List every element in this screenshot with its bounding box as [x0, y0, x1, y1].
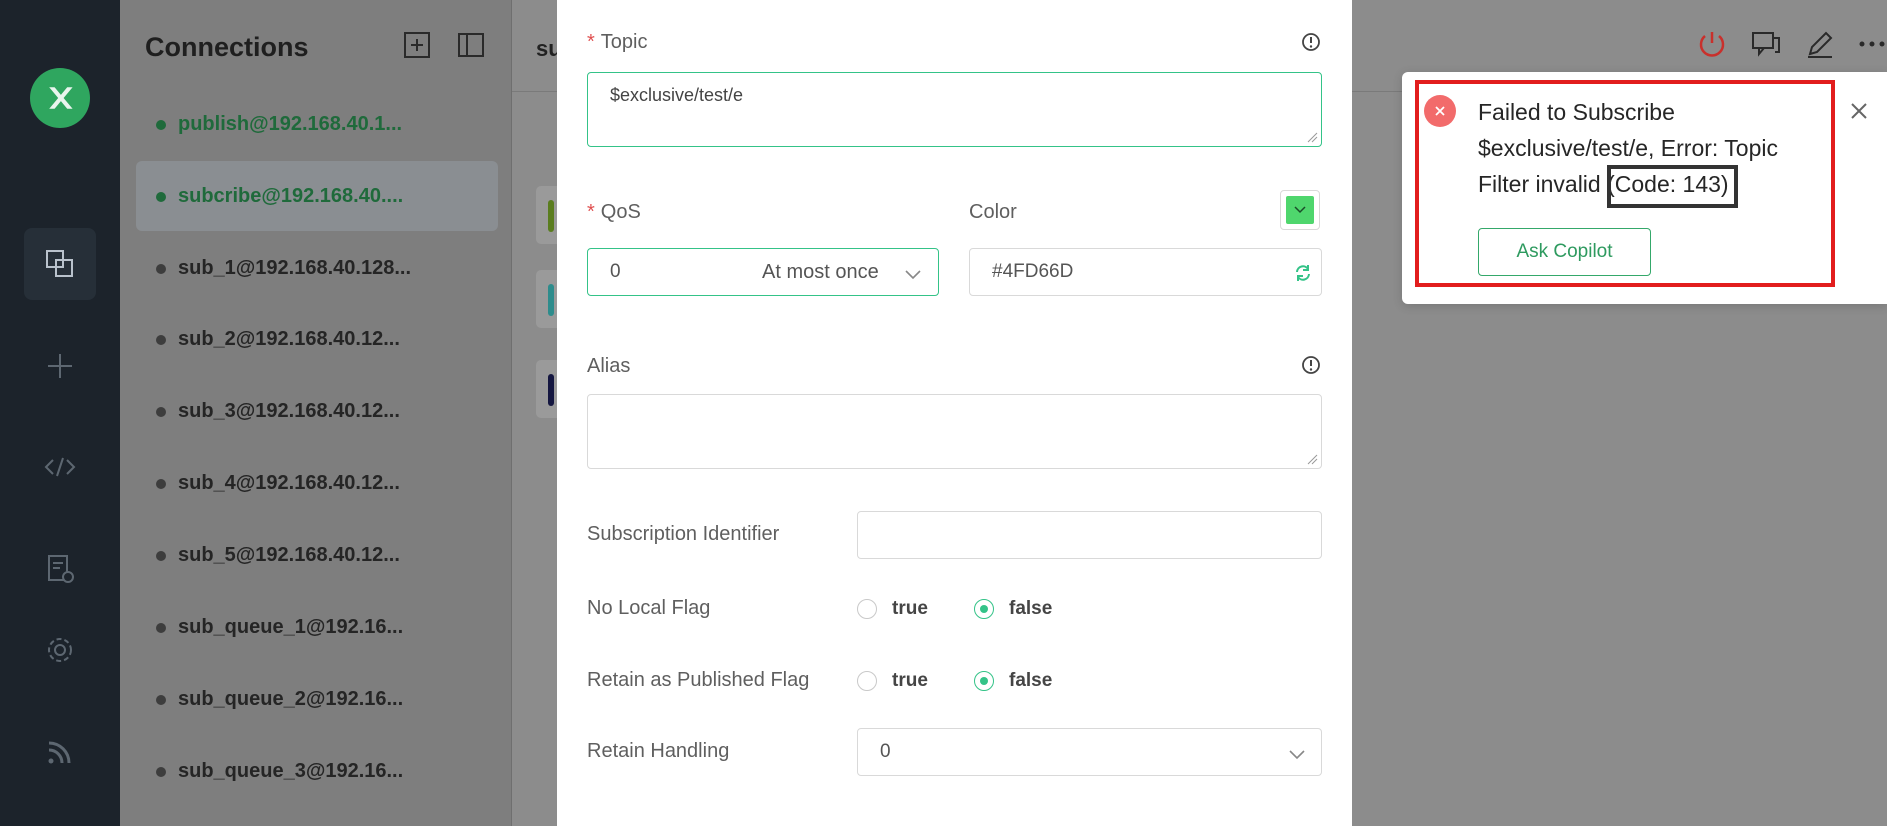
- chat-icon[interactable]: [1750, 28, 1782, 60]
- script-icon[interactable]: [24, 431, 96, 503]
- qos-description: At most once: [762, 260, 879, 283]
- retain-pub-true-radio[interactable]: [857, 671, 877, 691]
- color-label: Color: [969, 201, 1017, 223]
- subscription-identifier-input[interactable]: [857, 511, 1322, 559]
- mqttx-logo: [30, 68, 90, 128]
- connections-title: Connections: [145, 32, 309, 62]
- app-nav: [0, 0, 120, 826]
- code-highlight-box: [1607, 165, 1738, 208]
- connections-icon[interactable]: [24, 228, 96, 300]
- connection-item[interactable]: sub_5@192.168.40.12...: [136, 520, 498, 590]
- connections-panel: Connections publish@192.168.40.1... subc…: [120, 0, 512, 826]
- info-icon[interactable]: [1301, 355, 1321, 375]
- connection-item[interactable]: subcribe@192.168.40....: [136, 161, 498, 231]
- connection-label: sub_queue_3@192.16...: [178, 759, 404, 782]
- status-dot: [156, 551, 166, 561]
- status-dot: [156, 335, 166, 345]
- no-local-flag-label: No Local Flag: [587, 597, 711, 619]
- alias-input[interactable]: [587, 394, 1322, 469]
- color-swatch-picker[interactable]: [1280, 190, 1320, 230]
- connection-item[interactable]: sub_queue_2@192.16...: [136, 664, 498, 734]
- chevron-down-icon: [1294, 206, 1306, 214]
- add-connection-icon[interactable]: [402, 30, 432, 60]
- chevron-down-icon: [1289, 750, 1305, 760]
- retain-handling-value: 0: [880, 741, 891, 762]
- connection-item[interactable]: sub_queue_1@192.16...: [136, 592, 498, 662]
- retain-pub-true-label: true: [892, 670, 928, 691]
- no-local-false-radio[interactable]: [974, 599, 994, 619]
- no-local-true-radio[interactable]: [857, 599, 877, 619]
- topic-value: $exclusive/test/e: [610, 85, 744, 105]
- connection-label: sub_4@192.168.40.12...: [178, 471, 400, 494]
- retain-as-published-label: Retain as Published Flag: [587, 669, 810, 691]
- retain-handling-select[interactable]: 0: [857, 728, 1322, 776]
- qos-value: 0: [610, 261, 621, 282]
- status-dot: [156, 192, 166, 202]
- connection-label: sub_2@192.168.40.12...: [178, 327, 400, 350]
- chevron-down-icon: [905, 270, 921, 280]
- subscriptions-feed-icon[interactable]: [24, 716, 96, 788]
- color-input[interactable]: #4FD66D: [969, 248, 1322, 296]
- status-dot: [156, 695, 166, 705]
- connection-label: sub_3@192.168.40.12...: [178, 399, 400, 422]
- connection-label: publish@192.168.40.1...: [178, 112, 403, 135]
- settings-icon[interactable]: [24, 614, 96, 686]
- connection-label: subcribe@192.168.40....: [178, 184, 404, 207]
- more-icon[interactable]: [1856, 28, 1887, 60]
- log-icon[interactable]: [24, 533, 96, 605]
- connection-item[interactable]: sub_3@192.168.40.12...: [136, 376, 498, 446]
- qos-select[interactable]: 0 At most once: [587, 248, 939, 296]
- retain-pub-false-label: false: [1009, 670, 1053, 691]
- status-dot: [156, 120, 166, 130]
- status-dot: [156, 479, 166, 489]
- connection-label: sub_queue_2@192.16...: [178, 687, 404, 710]
- resize-grip-icon[interactable]: [1306, 453, 1318, 465]
- connection-label: sub_1@192.168.40.128...: [178, 256, 411, 279]
- disconnect-icon[interactable]: [1696, 28, 1728, 60]
- connection-item[interactable]: sub_1@192.168.40.128...: [136, 233, 498, 303]
- no-local-false-label: false: [1009, 598, 1053, 619]
- connection-label: sub_5@192.168.40.12...: [178, 543, 400, 566]
- connection-label: sub_queue_1@192.16...: [178, 615, 404, 638]
- retain-pub-false-radio[interactable]: [974, 671, 994, 691]
- subscription-identifier-label: Subscription Identifier: [587, 523, 780, 545]
- refresh-icon[interactable]: [1293, 263, 1313, 283]
- color-value: #4FD66D: [992, 261, 1074, 282]
- connection-item[interactable]: sub_4@192.168.40.12...: [136, 448, 498, 518]
- edit-icon[interactable]: [1804, 28, 1836, 60]
- no-local-true-label: true: [892, 598, 928, 619]
- retain-handling-label: Retain Handling: [587, 740, 730, 762]
- toggle-sidebar-icon[interactable]: [456, 30, 486, 60]
- status-dot: [156, 623, 166, 633]
- color-swatch: [1286, 196, 1314, 224]
- alias-label: Alias: [587, 355, 631, 377]
- new-connection-icon[interactable]: [24, 330, 96, 402]
- status-dot: [156, 767, 166, 777]
- status-dot: [156, 264, 166, 274]
- topic-input[interactable]: $exclusive/test/e: [587, 72, 1322, 147]
- info-icon[interactable]: [1301, 32, 1321, 52]
- close-icon[interactable]: [1848, 100, 1870, 122]
- topic-label: * Topic: [587, 31, 648, 53]
- connection-item[interactable]: publish@192.168.40.1...: [136, 89, 498, 159]
- status-dot: [156, 407, 166, 417]
- qos-label: * QoS: [587, 201, 641, 223]
- connection-item[interactable]: sub_2@192.168.40.12...: [136, 304, 498, 374]
- resize-grip-icon[interactable]: [1306, 131, 1318, 143]
- connection-item[interactable]: sub_queue_3@192.16...: [136, 736, 498, 806]
